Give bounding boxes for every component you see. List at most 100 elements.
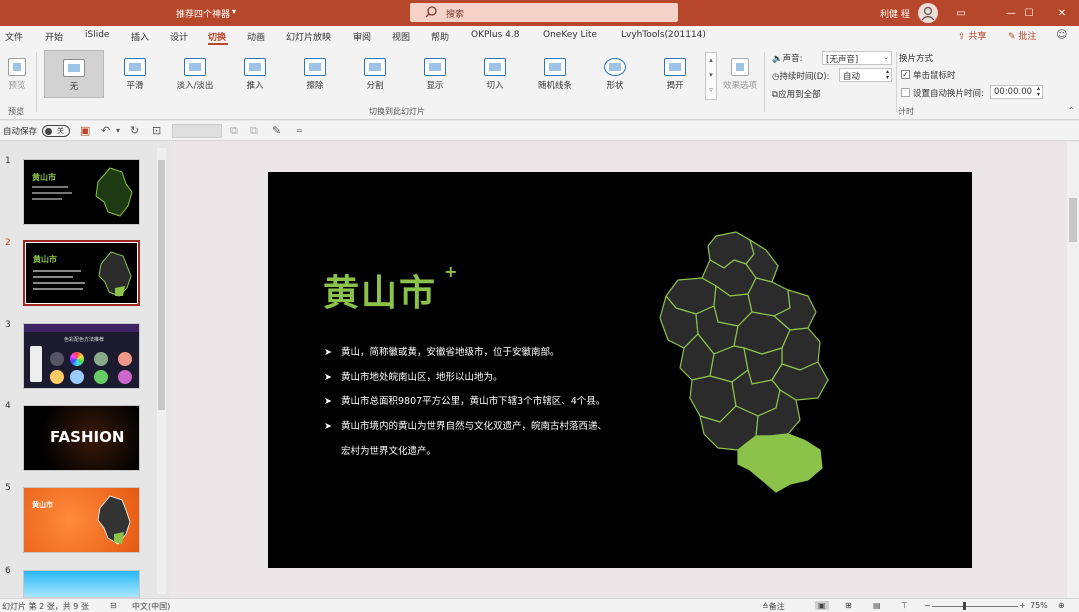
- slide-title[interactable]: 黄山市: [323, 264, 437, 316]
- duration-input[interactable]: 自动 ▴ ▾: [839, 68, 892, 82]
- tab-help[interactable]: 帮助: [431, 30, 449, 43]
- transition-morph[interactable]: 平滑: [107, 50, 163, 98]
- reading-view-icon[interactable]: ▤: [873, 601, 881, 610]
- customize-qat-icon[interactable]: =: [296, 126, 303, 135]
- tab-view[interactable]: 视图: [392, 30, 410, 43]
- slide-number: 5: [5, 483, 11, 493]
- tab-animations[interactable]: 动画: [247, 30, 265, 43]
- transition-random-bars[interactable]: 随机线条: [527, 50, 583, 98]
- slide-thumbnail-2[interactable]: 黄山市: [23, 240, 140, 306]
- after-label: 设置自动换片时间:: [913, 89, 984, 99]
- slide-title-plus: +: [444, 262, 458, 281]
- slide-number: 6: [5, 566, 11, 576]
- tab-design[interactable]: 设计: [170, 30, 188, 43]
- bullet-item[interactable]: ➤ 黄山市地处皖南山区，地形以山地为。: [324, 369, 503, 383]
- tab-home[interactable]: 开始: [45, 30, 63, 43]
- search-box[interactable]: 搜索: [410, 3, 678, 22]
- thumbnail-scroll-thumb[interactable]: [158, 160, 165, 410]
- zoom-in-icon[interactable]: +: [1019, 601, 1026, 610]
- save-icon[interactable]: ▣: [80, 124, 90, 137]
- transition-none[interactable]: 无: [44, 50, 104, 98]
- transition-push[interactable]: 推入: [227, 50, 283, 98]
- slideshow-view-icon[interactable]: ⊤: [901, 601, 908, 610]
- thumb-circle: [118, 370, 132, 384]
- tab-insert[interactable]: 插入: [131, 30, 149, 43]
- tab-islide[interactable]: iSlide: [85, 30, 109, 40]
- slide[interactable]: 黄山市 + ➤ 黄山，简称徽或黄，安徽省地级市，位于安徽南部。 ➤ 黄山市地处皖南山…: [268, 172, 972, 568]
- transition-wipe[interactable]: 擦除: [287, 50, 343, 98]
- transition-reveal[interactable]: 显示: [407, 50, 463, 98]
- document-title[interactable]: 推荐四个神器: [176, 7, 230, 20]
- language-indicator[interactable]: 中文(中国): [132, 601, 170, 612]
- accessibility-icon[interactable]: ⊟: [110, 601, 117, 610]
- transition-reveal-label: 显示: [426, 81, 444, 91]
- effect-options-button[interactable]: 效果选项: [720, 50, 760, 98]
- normal-view-icon[interactable]: ▣: [815, 601, 829, 610]
- zoom-slider-handle[interactable]: [963, 602, 966, 610]
- feedback-smiley-icon[interactable]: ☺: [1056, 28, 1067, 41]
- transition-cut[interactable]: 切入: [467, 50, 523, 98]
- tab-slideshow[interactable]: 幻灯片放映: [286, 30, 331, 43]
- zoom-out-icon[interactable]: −: [924, 601, 931, 610]
- group-icon[interactable]: ⧉: [230, 124, 238, 138]
- ribbon-display-icon[interactable]: ▭: [944, 0, 978, 26]
- slide-number: 1: [5, 156, 11, 166]
- bullet-continuation[interactable]: 宏村为世界文化遗产。: [341, 443, 436, 457]
- tab-file[interactable]: 文件: [5, 30, 23, 43]
- thumb-text-line: [33, 276, 73, 278]
- after-time-input[interactable]: 00:00.00 ▴ ▾: [990, 85, 1043, 99]
- transition-uncover[interactable]: 揭开: [647, 50, 703, 98]
- on-click-checkbox[interactable]: ✓: [901, 70, 910, 79]
- bullet-item[interactable]: ➤ 黄山市境内的黄山为世界自然与文化双遗产，皖南古村落西递、: [324, 418, 607, 432]
- transition-cut-label: 切入: [486, 81, 504, 91]
- tab-okplus[interactable]: OKPlus 4.8: [471, 30, 519, 40]
- chevron-down-icon[interactable]: ▾: [232, 7, 236, 16]
- anhui-map[interactable]: [658, 230, 838, 498]
- after-checkbox[interactable]: [901, 88, 910, 97]
- preview-button[interactable]: 预览: [0, 50, 34, 98]
- autosave-toggle[interactable]: 关: [42, 125, 70, 137]
- slide-sorter-icon[interactable]: ⊞: [845, 601, 852, 610]
- transition-split[interactable]: 分割: [347, 50, 403, 98]
- undo-icon[interactable]: ↶: [101, 124, 110, 137]
- redo-icon[interactable]: ↻: [130, 124, 139, 137]
- comment-button[interactable]: ✎ 批注: [1008, 29, 1036, 42]
- slide-thumbnail-3[interactable]: 色彩配色方法推荐: [23, 323, 140, 389]
- slide-thumbnail-4[interactable]: FASHION: [23, 405, 140, 471]
- tab-review[interactable]: 审阅: [353, 30, 371, 43]
- zoom-slider[interactable]: [932, 606, 1018, 607]
- bullet-item[interactable]: ➤ 黄山市总面积9807平方公里，黄山市下辖3个市辖区、4个县。: [324, 393, 605, 407]
- canvas-scroll-thumb[interactable]: [1069, 198, 1077, 242]
- slide-thumbnail-1[interactable]: 黄山市: [23, 159, 140, 225]
- user-name[interactable]: 利健 程: [880, 7, 910, 20]
- zoom-level[interactable]: 75%: [1030, 601, 1048, 610]
- tab-transitions[interactable]: 切换: [208, 30, 226, 43]
- tab-onekey[interactable]: OneKey Lite: [543, 30, 597, 40]
- collapse-ribbon-icon[interactable]: ⌃: [1068, 106, 1075, 115]
- tab-lvyhtools[interactable]: LvyhTools(201114): [621, 30, 706, 40]
- present-icon[interactable]: ⊡: [152, 124, 161, 137]
- fade-icon: [184, 58, 206, 76]
- sound-select[interactable]: [无声音] ⌄: [822, 51, 892, 65]
- slide-thumbnail-6[interactable]: [23, 570, 140, 598]
- bullet-item[interactable]: ➤ 黄山，简称徽或黄，安徽省地级市，位于安徽南部。: [324, 344, 560, 358]
- format-painter-icon[interactable]: ✎: [272, 124, 281, 137]
- avatar[interactable]: [918, 3, 938, 23]
- close-button[interactable]: ✕: [1045, 0, 1079, 26]
- map-thumbnail: [97, 495, 131, 545]
- font-size-box[interactable]: [172, 124, 222, 138]
- slide-number: 3: [5, 320, 11, 330]
- share-button[interactable]: ⇪ 共享: [958, 29, 986, 42]
- maximize-button[interactable]: ☐: [1012, 0, 1046, 26]
- apply-all-button[interactable]: ⧉应用到全部: [772, 88, 821, 100]
- fit-to-window-icon[interactable]: ⊕: [1058, 601, 1065, 610]
- transition-shape[interactable]: 形状: [587, 50, 643, 98]
- chevron-down-icon[interactable]: ▾: [116, 126, 120, 135]
- slide-thumbnail-5[interactable]: 黄山市: [23, 487, 140, 553]
- notes-button[interactable]: ≙备注: [762, 601, 785, 612]
- sound-value: [无声音]: [826, 55, 859, 65]
- ungroup-icon[interactable]: ⧉: [250, 124, 258, 138]
- push-icon: [244, 58, 266, 76]
- gallery-scroll[interactable]: ▴ ▾ ▿: [705, 52, 717, 100]
- transition-fade[interactable]: 淡入/淡出: [167, 50, 223, 98]
